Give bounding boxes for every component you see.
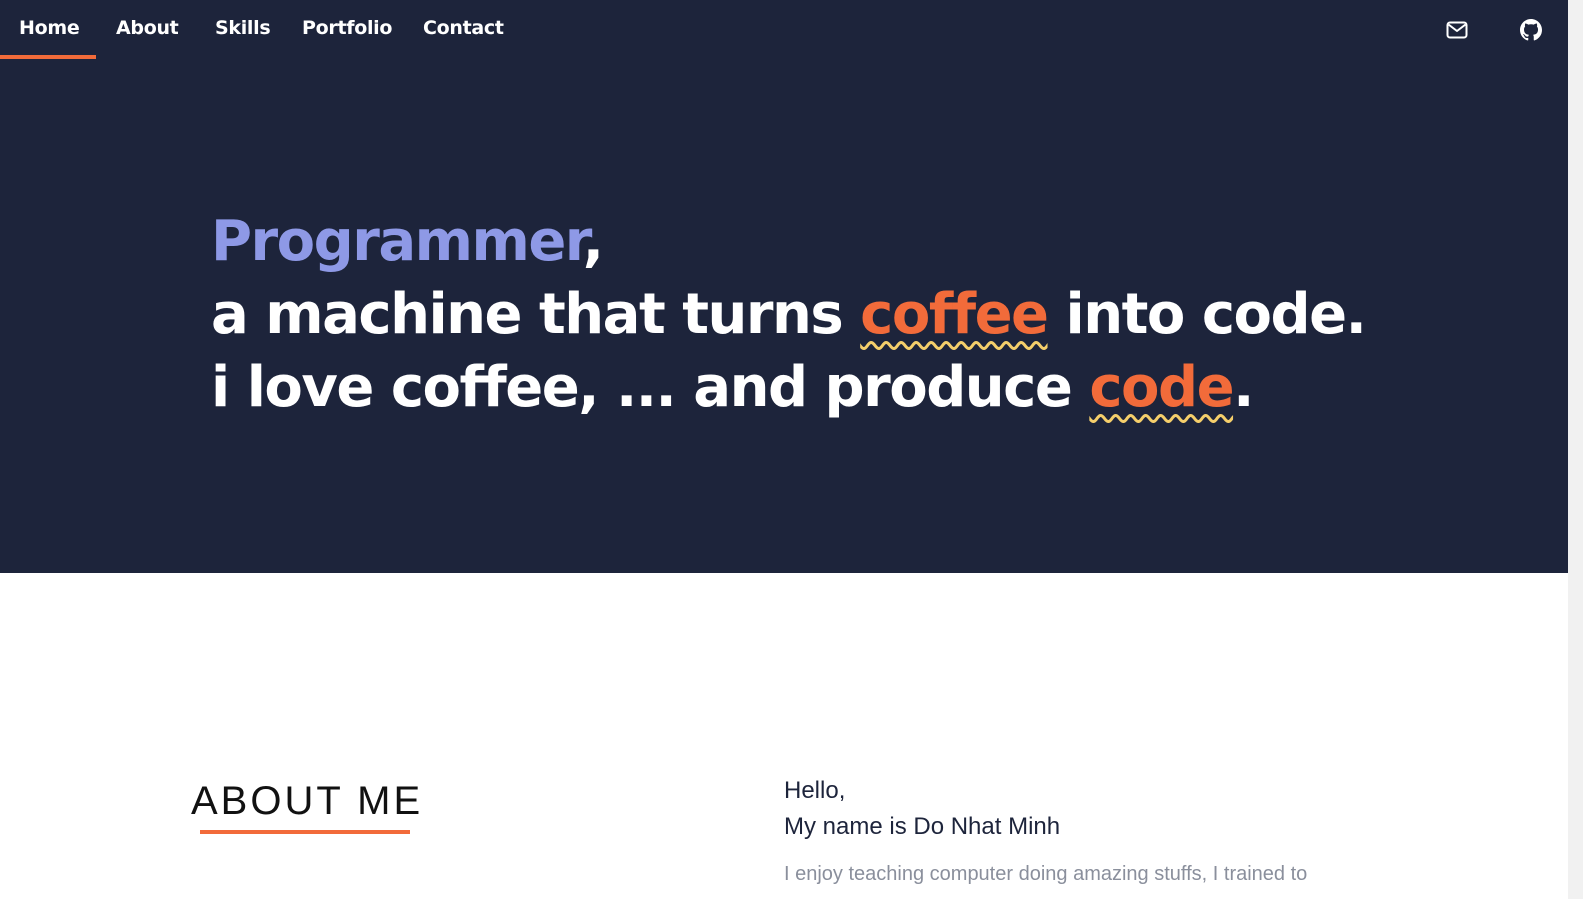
hero-headline: Programmer, a machine that turns coffee …	[211, 205, 1411, 424]
hero-line-1: Programmer,	[211, 205, 1411, 278]
about-text: Hello, My name is Do Nhat Minh I enjoy t…	[784, 773, 1379, 889]
nav-skills[interactable]: Skills	[215, 14, 271, 42]
about-description: I enjoy teaching computer doing amazing …	[784, 863, 1308, 885]
hero-code-highlight: code	[1089, 355, 1234, 420]
hero-line-3: i love coffee, ... and produce code.	[211, 351, 1411, 424]
hero-line3-end: .	[1233, 355, 1254, 420]
hero-line3-start: i love coffee, ... and produce	[211, 355, 1090, 420]
nav-active-underline	[0, 55, 96, 59]
nav-home[interactable]: Home	[19, 14, 80, 42]
scrollbar-track[interactable]	[1568, 0, 1583, 899]
hero-coffee-highlight: coffee	[860, 282, 1049, 347]
about-hello: Hello,	[784, 777, 846, 804]
nav-contact[interactable]: Contact	[423, 14, 504, 42]
nav-about[interactable]: About	[116, 14, 179, 42]
hero-programmer: Programmer	[211, 209, 584, 274]
github-icon[interactable]	[1518, 17, 1544, 43]
about-name: My name is Do Nhat Minh	[784, 813, 1061, 840]
hero-comma: ,	[582, 209, 604, 274]
hero-line2-start: a machine that turns	[211, 282, 861, 347]
hero-line-2: a machine that turns coffee into code.	[211, 278, 1411, 351]
mail-icon[interactable]	[1444, 17, 1470, 43]
about-title: ABOUT ME	[191, 779, 424, 823]
top-nav: Home About Skills Portfolio Contact	[0, 0, 1568, 60]
about-title-underline	[200, 830, 410, 834]
nav-portfolio[interactable]: Portfolio	[302, 14, 392, 42]
hero-section: Home About Skills Portfolio Contact Prog…	[0, 0, 1568, 573]
hero-line2-end: into code.	[1047, 282, 1367, 347]
